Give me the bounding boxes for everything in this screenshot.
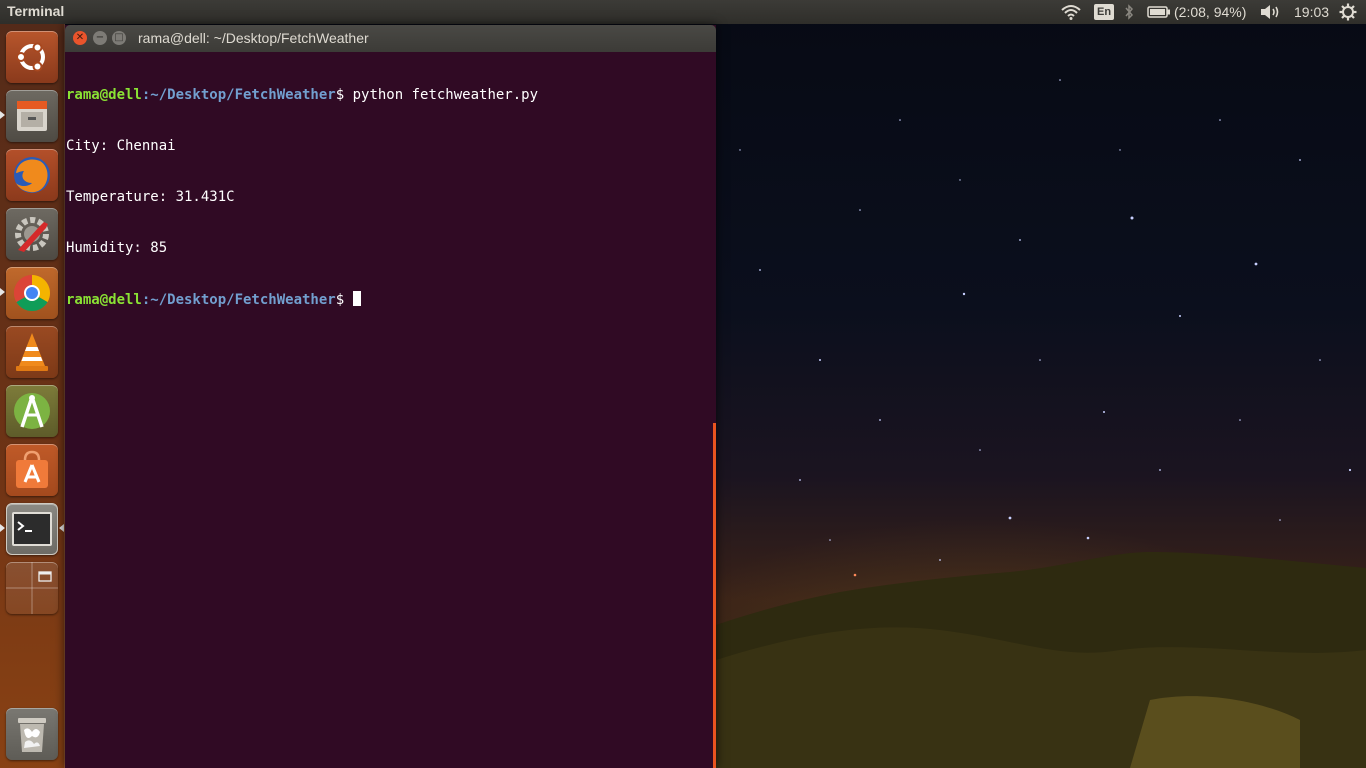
clock[interactable]: 19:03: [1294, 0, 1329, 24]
keyboard-layout-label: En: [1094, 4, 1115, 20]
launcher-item-terminal[interactable]: [6, 503, 58, 555]
prompt-path: :~/Desktop/FetchWeather: [141, 292, 336, 308]
launcher-item-trash[interactable]: [6, 708, 58, 760]
text-cursor: [352, 291, 361, 306]
running-indicator: [0, 111, 5, 119]
terminal-output[interactable]: rama@dell:~/Desktop/FetchWeather$ python…: [66, 53, 714, 766]
prompt-symbol: $: [335, 292, 353, 308]
battery-text: (2:08, 94%): [1174, 4, 1247, 20]
prompt-path: :~/Desktop/FetchWeather: [141, 87, 336, 103]
workspace-switcher-icon: [6, 562, 58, 614]
launcher-item-vlc[interactable]: [6, 326, 58, 378]
window-resize-edge[interactable]: [713, 423, 716, 768]
file-cabinet-icon: [17, 101, 47, 131]
software-bag-icon: [16, 450, 48, 488]
top-panel: Terminal En (2:08, 94%) 19:03: [0, 0, 1366, 24]
wifi-icon[interactable]: [1061, 0, 1081, 24]
firefox-icon: [14, 157, 50, 193]
vlc-cone-icon: [16, 333, 48, 371]
output-city: City: Chennai: [66, 138, 176, 154]
active-prompt-line: rama@dell:~/Desktop/FetchWeather$: [66, 291, 714, 308]
keyboard-layout-indicator[interactable]: En: [1094, 0, 1115, 24]
command-text: python fetchweather.py: [352, 87, 539, 103]
window-titlebar[interactable]: ✕ − □ rama@dell: ~/Desktop/FetchWeather: [65, 25, 716, 52]
bluetooth-icon[interactable]: [1124, 0, 1134, 24]
output-humidity: Humidity: 85: [66, 240, 168, 256]
trash-icon: [18, 718, 46, 752]
terminal-window[interactable]: ✕ − □ rama@dell: ~/Desktop/FetchWeather …: [65, 25, 716, 768]
volume-icon[interactable]: [1259, 0, 1281, 24]
battery-icon: [1147, 6, 1170, 18]
output-temperature: Temperature: 31.431C: [66, 189, 235, 205]
gear-icon[interactable]: [1339, 0, 1357, 24]
launcher-item-system-settings[interactable]: [6, 208, 58, 260]
prompt-symbol: $: [335, 87, 353, 103]
launcher-item-firefox[interactable]: [6, 149, 58, 201]
settings-wrench-icon: [15, 217, 49, 252]
window-title: rama@dell: ~/Desktop/FetchWeather: [138, 30, 369, 46]
launcher: [0, 24, 65, 768]
active-app-name: Terminal: [7, 3, 65, 19]
launcher-item-files[interactable]: [6, 90, 58, 142]
prompt-user: rama@dell: [66, 87, 142, 103]
ubuntu-logo-icon: [16, 42, 45, 72]
focused-indicator: [59, 524, 64, 532]
launcher-item-ubuntu-software[interactable]: [6, 444, 58, 496]
launcher-item-workspace-switcher[interactable]: [6, 562, 58, 614]
command-line: rama@dell:~/Desktop/FetchWeather$ python…: [66, 87, 714, 104]
maximize-button[interactable]: □: [112, 31, 126, 45]
running-indicator: [0, 288, 5, 296]
launcher-item-dash[interactable]: [6, 31, 58, 83]
battery-indicator[interactable]: (2:08, 94%): [1147, 0, 1246, 24]
android-studio-icon: [14, 393, 50, 429]
prompt-user: rama@dell: [66, 292, 142, 308]
chrome-icon: [13, 275, 51, 312]
terminal-icon: [12, 512, 52, 546]
close-button[interactable]: ✕: [73, 31, 87, 45]
minimize-button[interactable]: −: [93, 31, 107, 45]
launcher-item-android-studio[interactable]: [6, 385, 58, 437]
launcher-item-chrome[interactable]: [6, 267, 58, 319]
running-indicator: [0, 524, 5, 532]
